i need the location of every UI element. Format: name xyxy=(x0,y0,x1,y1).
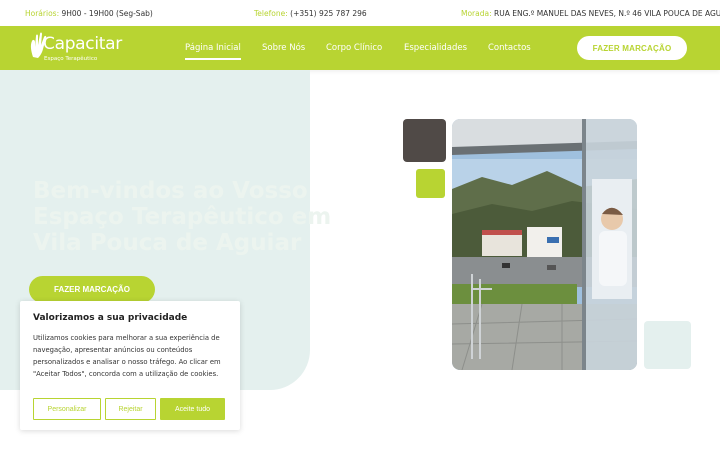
hours-label: Horários: xyxy=(25,9,60,18)
cookie-description: Utilizamos cookies para melhorar a sua e… xyxy=(33,334,221,378)
cookie-title: Valorizamos a sua privacidade xyxy=(33,313,188,323)
top-info-bar: Horários: 9H00 - 19H00 (Seg-Sab) Telefon… xyxy=(0,0,720,26)
nav-item-about[interactable]: Sobre Nós xyxy=(262,43,305,53)
logo-tagline: Espaço Terapêutico xyxy=(44,56,98,62)
nav-item-specialties[interactable]: Especialidades xyxy=(404,43,467,53)
address-label: Morada: xyxy=(461,9,492,18)
logo-name: Capacitar xyxy=(43,34,122,54)
address-info: Morada: RUA ENG.º MANUEL DAS NEVES, N.º … xyxy=(461,9,720,18)
nav-item-contacts[interactable]: Contactos xyxy=(488,43,531,53)
address-value: RUA ENG.º MANUEL DAS NEVES, N.º 46 VILA … xyxy=(494,9,720,18)
cookie-customize-button[interactable]: Personalizar xyxy=(33,398,101,420)
phone-label: Telefone: xyxy=(254,9,288,18)
phone-info: Telefone: (+351) 925 787 296 xyxy=(254,9,367,18)
phone-link[interactable]: (+351) 925 787 296 xyxy=(290,9,367,18)
cookie-reject-button[interactable]: Rejeitar xyxy=(105,398,156,420)
site-logo[interactable]: Capacitar Espaço Terapêutico xyxy=(29,31,122,67)
nav-item-home[interactable]: Página Inicial xyxy=(185,43,241,60)
clinic-entrance-photo xyxy=(452,119,637,370)
photo-illustration xyxy=(452,119,637,370)
opening-hours: Horários: 9H00 - 19H00 (Seg-Sab) xyxy=(25,9,153,18)
main-navigation: Capacitar Espaço Terapêutico Página Inic… xyxy=(0,26,720,70)
hours-value: 9H00 - 19H00 (Seg-Sab) xyxy=(61,9,153,18)
book-appointment-button-hero[interactable]: FAZER MARCAÇÃO xyxy=(29,276,155,303)
decorative-square-green xyxy=(416,169,445,198)
cookie-accept-all-button[interactable]: Aceite tudo xyxy=(160,398,225,420)
book-appointment-button-nav[interactable]: FAZER MARCAÇÃO xyxy=(577,36,687,60)
decorative-square-mint xyxy=(644,321,691,369)
hero-title: Bem-vindos ao Vosso Espaço Terapêutico e… xyxy=(33,178,332,256)
cookie-buttons: Personalizar Rejeitar Aceite tudo xyxy=(33,398,225,420)
decorative-square-dark xyxy=(403,119,446,162)
cookie-consent-banner: Valorizamos a sua privacidade Utilizamos… xyxy=(20,301,240,430)
nav-item-clinical-staff[interactable]: Corpo Clínico xyxy=(326,43,382,53)
